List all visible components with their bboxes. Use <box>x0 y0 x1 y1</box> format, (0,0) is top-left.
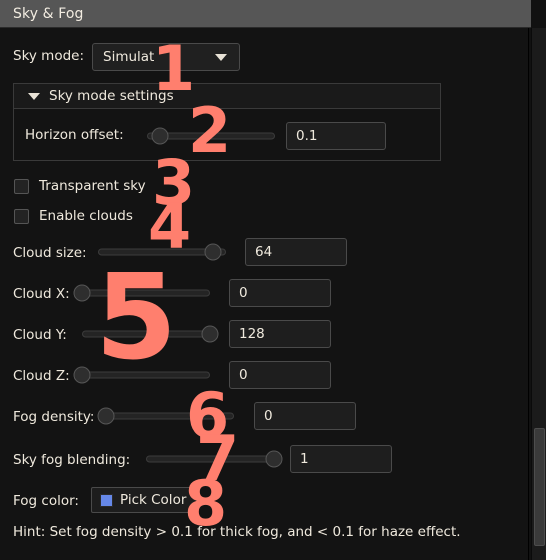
cloud-size-field[interactable]: 64 <box>245 238 347 266</box>
sky-fog-blending-value: 1 <box>300 451 309 467</box>
slider-track <box>82 371 210 379</box>
horizon-offset-field[interactable]: 0.1 <box>286 122 386 150</box>
sky-fog-blending-row: Sky fog blending: <box>13 447 130 473</box>
sky-mode-settings-title: Sky mode settings <box>49 88 174 104</box>
cloud-size-slider[interactable] <box>98 241 226 263</box>
cloud-y-field[interactable]: 128 <box>229 320 331 348</box>
hint-text: Hint: Set fog density > 0.1 for thick fo… <box>13 524 461 540</box>
sky-mode-row: Sky mode: <box>13 43 84 69</box>
horizon-offset-label: Horizon offset: <box>25 127 124 143</box>
checkbox-box[interactable] <box>14 208 29 224</box>
slider-track <box>146 455 274 463</box>
horizon-offset-value: 0.1 <box>296 128 318 144</box>
sky-mode-value: Simulat <box>103 49 155 65</box>
pick-color-button[interactable]: Pick Color <box>91 487 198 513</box>
slider-handle[interactable] <box>73 284 91 302</box>
slider-track <box>82 289 210 297</box>
fog-density-label: Fog density: <box>13 409 95 425</box>
window-titlebar: Sky & Fog <box>0 0 531 28</box>
cloud-x-row: Cloud X: <box>13 281 70 307</box>
slider-handle[interactable] <box>73 366 91 384</box>
cloud-z-label: Cloud Z: <box>13 368 70 384</box>
caret-down-icon <box>28 92 40 100</box>
enable-clouds-label: Enable clouds <box>39 208 133 224</box>
cloud-z-slider[interactable] <box>73 364 210 386</box>
cloud-size-value: 64 <box>255 244 273 260</box>
cloud-size-row: Cloud size: <box>13 240 87 266</box>
horizon-offset-slider[interactable] <box>147 125 275 147</box>
cloud-y-value: 128 <box>239 326 265 342</box>
scrollbar-thumb[interactable] <box>534 428 545 546</box>
sky-mode-dropdown[interactable]: Simulat <box>92 43 240 71</box>
enable-clouds-checkbox[interactable]: Enable clouds <box>14 204 133 228</box>
sky-mode-label: Sky mode: <box>13 48 85 64</box>
sky-fog-blending-field[interactable]: 1 <box>290 445 392 473</box>
transparent-sky-label: Transparent sky <box>39 178 146 194</box>
fog-density-row: Fog density: <box>13 404 94 430</box>
cloud-y-row: Cloud Y: <box>13 322 67 348</box>
sky-mode-settings-group-body: Horizon offset: 0.1 <box>13 109 441 161</box>
horizon-offset-row: Horizon offset: <box>25 122 124 148</box>
vertical-scrollbar[interactable] <box>531 28 546 560</box>
cloud-x-field[interactable]: 0 <box>229 279 331 307</box>
cloud-size-label: Cloud size: <box>13 245 87 261</box>
cloud-z-field[interactable]: 0 <box>229 361 331 389</box>
window-title: Sky & Fog <box>13 5 84 22</box>
fog-color-row: Fog color: <box>13 488 79 514</box>
fog-density-slider[interactable] <box>97 405 234 427</box>
slider-track <box>106 412 234 420</box>
chevron-down-icon <box>215 53 227 61</box>
fog-color-label: Fog color: <box>13 493 79 509</box>
color-swatch-icon <box>100 493 113 507</box>
cloud-y-slider[interactable] <box>82 323 219 345</box>
slider-handle[interactable] <box>97 407 115 425</box>
sky-mode-settings-group-header[interactable]: Sky mode settings <box>13 83 441 109</box>
slider-handle[interactable] <box>201 325 219 343</box>
cloud-x-value: 0 <box>239 285 248 301</box>
cloud-y-label: Cloud Y: <box>13 327 67 343</box>
sky-fog-blending-label: Sky fog blending: <box>13 452 131 468</box>
sky-and-fog-panel: Sky & Fog Sky mode: Simulat Sky mode set… <box>0 0 546 560</box>
cloud-z-value: 0 <box>239 367 248 383</box>
pick-color-label: Pick Color <box>120 492 187 508</box>
slider-handle[interactable] <box>265 450 283 468</box>
transparent-sky-checkbox[interactable]: Transparent sky <box>14 174 146 198</box>
checkbox-box[interactable] <box>14 178 29 194</box>
cloud-x-label: Cloud X: <box>13 286 70 302</box>
sky-fog-blending-slider[interactable] <box>146 448 283 470</box>
fog-density-value: 0 <box>264 408 273 424</box>
fog-density-field[interactable]: 0 <box>254 402 356 430</box>
cloud-z-row: Cloud Z: <box>13 363 70 389</box>
slider-handle[interactable] <box>151 127 169 145</box>
slider-track <box>82 330 210 338</box>
cloud-x-slider[interactable] <box>73 282 210 304</box>
slider-handle[interactable] <box>204 243 222 261</box>
